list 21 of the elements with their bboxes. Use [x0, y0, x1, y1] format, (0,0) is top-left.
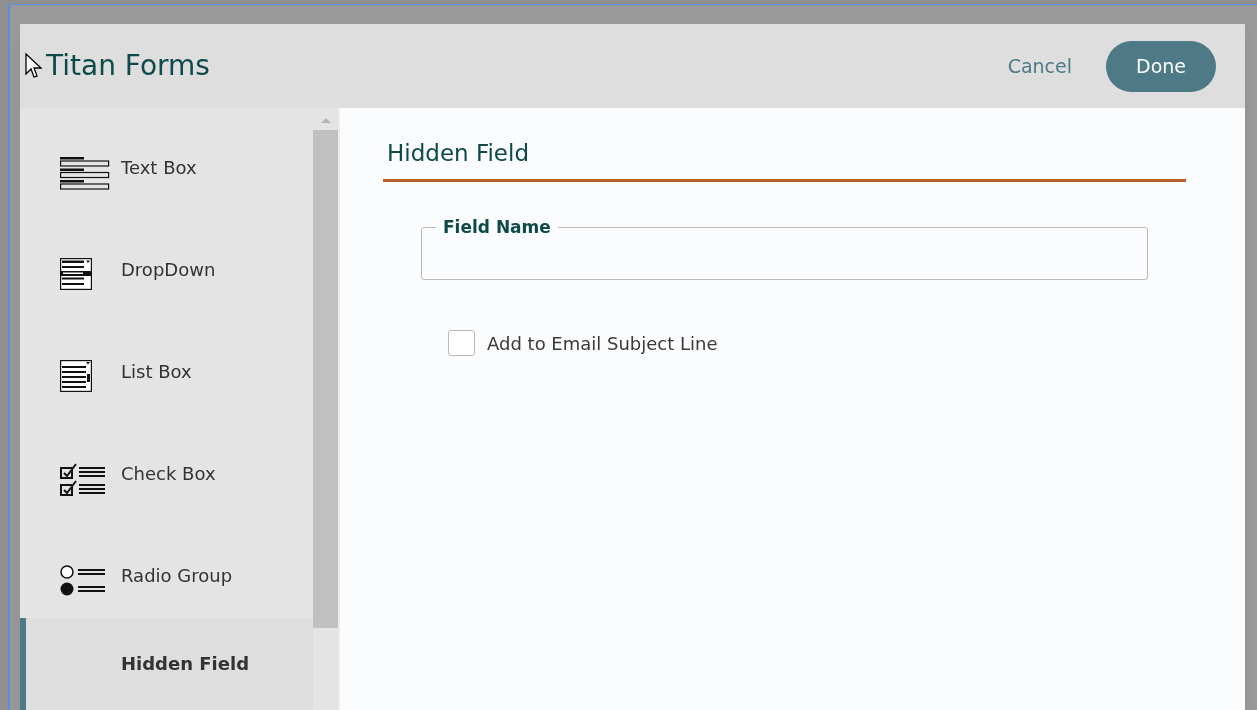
checkbox-label[interactable]: Add to Email Subject Line: [487, 329, 718, 357]
checkbox-list-icon: [60, 462, 106, 496]
scroll-up-icon[interactable]: [319, 116, 332, 124]
dropdown-icon: [60, 258, 92, 290]
list-box-icon: [60, 360, 92, 392]
checkbox[interactable]: [448, 330, 475, 356]
sidebar-item[interactable]: DropDown: [20, 210, 313, 312]
sidebar-item[interactable]: Radio Group: [20, 516, 313, 618]
text-box-icon: [60, 156, 110, 190]
cancel-button[interactable]: Cancel: [1007, 51, 1072, 81]
done-button[interactable]: Done: [1106, 40, 1216, 92]
sidebar-item[interactable]: Check Box: [20, 414, 313, 516]
scrollbar[interactable]: [313, 108, 338, 710]
sidebar-item[interactable]: List Box: [20, 312, 313, 414]
sidebar-item[interactable]: Hidden Field: [20, 618, 313, 710]
radio-list-icon: [60, 564, 106, 596]
sidebar-item[interactable]: Text Box: [20, 108, 313, 210]
app-title: Titan Forms: [46, 48, 210, 84]
cursor-icon: [24, 52, 44, 80]
panel-heading: Hidden Field: [383, 136, 1186, 182]
scrollbar-thumb[interactable]: [313, 130, 338, 628]
